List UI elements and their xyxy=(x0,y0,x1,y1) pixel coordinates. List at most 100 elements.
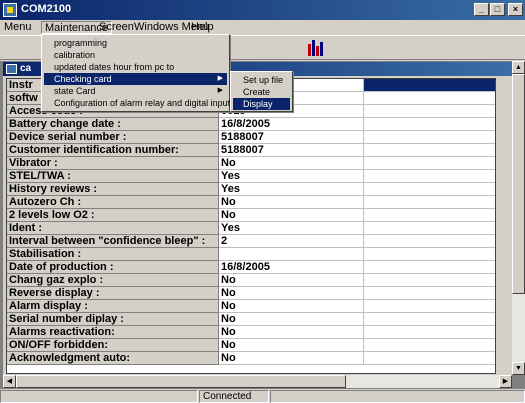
bar-chart-icon[interactable] xyxy=(307,40,323,56)
row-extra-cell[interactable] xyxy=(364,79,495,92)
row-extra-cell[interactable] xyxy=(364,196,495,209)
row-value[interactable]: 5188007 xyxy=(219,131,364,144)
minimize-button[interactable]: _ xyxy=(474,3,489,16)
row-value[interactable]: Yes xyxy=(219,183,364,196)
row-value[interactable]: 5188007 xyxy=(219,144,364,157)
table-row[interactable]: Alarm display : No xyxy=(7,300,495,313)
table-row[interactable]: Customer identification number: 5188007 xyxy=(7,144,495,157)
row-label: ON/OFF forbidden: xyxy=(7,339,219,352)
row-extra-cell[interactable] xyxy=(364,313,495,326)
menu-item-alarm-relay-config[interactable]: Configuration of alarm relay and digital… xyxy=(44,97,235,109)
table-row[interactable]: Battery change date :16/8/2005 xyxy=(7,118,495,131)
maximize-button[interactable]: □ xyxy=(490,3,505,16)
row-value[interactable]: No xyxy=(219,209,364,222)
table-row[interactable]: Stabilisation : xyxy=(7,248,495,261)
table-row[interactable]: Ident : Yes xyxy=(7,222,495,235)
menu-help[interactable]: Help xyxy=(188,21,217,34)
row-value[interactable]: No xyxy=(219,274,364,287)
row-extra-cell[interactable] xyxy=(364,352,495,365)
row-extra-cell[interactable] xyxy=(364,248,495,261)
table-row[interactable]: ON/OFF forbidden: No xyxy=(7,339,495,352)
row-label: Date of production : xyxy=(7,261,219,274)
table-row[interactable]: Alarms reactivation: No xyxy=(7,326,495,339)
menu-item-checking-card[interactable]: Checking card ▶ xyxy=(44,73,227,85)
table-row[interactable]: Reverse display : No xyxy=(7,287,495,300)
horizontal-scroll-thumb[interactable] xyxy=(16,375,346,388)
close-button[interactable]: × xyxy=(508,3,523,16)
row-extra-cell[interactable] xyxy=(364,157,495,170)
scroll-left-button[interactable]: ◀ xyxy=(3,375,16,388)
scroll-right-button[interactable]: ▶ xyxy=(499,375,512,388)
status-panel-left xyxy=(0,390,198,403)
row-label: Vibrator : xyxy=(7,157,219,170)
row-label: Alarms reactivation: xyxy=(7,326,219,339)
menu-item-calibration[interactable]: calibration xyxy=(44,49,227,61)
submenu-item-create[interactable]: Create xyxy=(233,86,290,98)
row-label: Ident : xyxy=(7,222,219,235)
table-row[interactable]: Serial number diplay : No xyxy=(7,313,495,326)
row-extra-cell[interactable] xyxy=(364,131,495,144)
table-row[interactable]: Chang gaz explo : No xyxy=(7,274,495,287)
row-value[interactable]: 2 xyxy=(219,235,364,248)
row-value[interactable]: No xyxy=(219,196,364,209)
row-extra-cell[interactable] xyxy=(364,235,495,248)
row-extra-cell[interactable] xyxy=(364,183,495,196)
row-extra-cell[interactable] xyxy=(364,118,495,131)
submenu-item-display[interactable]: Display xyxy=(233,98,290,110)
row-extra-cell[interactable] xyxy=(364,209,495,222)
menu-item-label: updated dates hour from pc to xyxy=(54,62,175,72)
row-extra-cell[interactable] xyxy=(364,170,495,183)
table-row[interactable]: Vibrator : No xyxy=(7,157,495,170)
row-value[interactable]: Yes xyxy=(219,222,364,235)
row-extra-cell[interactable] xyxy=(364,274,495,287)
row-value[interactable]: No xyxy=(219,313,364,326)
table-row[interactable]: Interval between "confidence bleep" :2 xyxy=(7,235,495,248)
row-extra-cell[interactable] xyxy=(364,144,495,157)
settings-table: InstrsoftwAccess code :0018Battery chang… xyxy=(6,78,496,374)
row-extra-cell[interactable] xyxy=(364,105,495,118)
row-value[interactable] xyxy=(219,248,364,261)
table-row[interactable]: Date of production :16/8/2005 xyxy=(7,261,495,274)
row-label: STEL/TWA : xyxy=(7,170,219,183)
row-extra-cell[interactable] xyxy=(364,222,495,235)
row-value[interactable]: No xyxy=(219,300,364,313)
table-row[interactable]: STEL/TWA : Yes xyxy=(7,170,495,183)
menu-item-label: programming xyxy=(54,38,108,48)
row-extra-cell[interactable] xyxy=(364,326,495,339)
row-label: Alarm display : xyxy=(7,300,219,313)
menu-item-update-date[interactable]: updated dates hour from pc to xyxy=(44,61,227,73)
row-value[interactable]: 16/8/2005 xyxy=(219,118,364,131)
row-value[interactable]: No xyxy=(219,326,364,339)
row-value[interactable]: 16/8/2005 xyxy=(219,261,364,274)
row-value[interactable]: No xyxy=(219,157,364,170)
row-value[interactable]: Yes xyxy=(219,170,364,183)
menu-menu[interactable]: Menu xyxy=(1,21,35,34)
menu-item-programming[interactable]: programming xyxy=(44,37,227,49)
row-label: Reverse display : xyxy=(7,287,219,300)
horizontal-scrollbar[interactable]: ◀ ▶ xyxy=(3,375,512,388)
row-label: Device serial number : xyxy=(7,131,219,144)
table-row[interactable]: 2 levels low O2 : No xyxy=(7,209,495,222)
table-row[interactable]: Acknowledgment auto: No xyxy=(7,352,495,365)
row-label: 2 levels low O2 : xyxy=(7,209,219,222)
table-row[interactable]: History reviews : Yes xyxy=(7,183,495,196)
row-extra-cell[interactable] xyxy=(364,261,495,274)
menu-item-state-card[interactable]: state Card ▶ xyxy=(44,85,227,97)
table-row[interactable]: Device serial number :5188007 xyxy=(7,131,495,144)
row-value[interactable]: No xyxy=(219,339,364,352)
submenu-item-setup-file[interactable]: Set up file xyxy=(233,74,290,86)
row-extra-cell[interactable] xyxy=(364,92,495,105)
row-value[interactable]: No xyxy=(219,352,364,365)
menu-item-label: Create xyxy=(243,87,271,97)
row-label: Autozero Ch : xyxy=(7,196,219,209)
vertical-scroll-thumb[interactable] xyxy=(512,74,525,294)
row-extra-cell[interactable] xyxy=(364,287,495,300)
row-value[interactable]: No xyxy=(219,287,364,300)
scroll-up-button[interactable]: ▲ xyxy=(512,61,525,74)
vertical-scrollbar[interactable]: ▲ ▼ xyxy=(512,61,525,375)
table-row[interactable]: Autozero Ch : No xyxy=(7,196,495,209)
scroll-down-button[interactable]: ▼ xyxy=(512,362,525,375)
row-extra-cell[interactable] xyxy=(364,300,495,313)
app-icon[interactable] xyxy=(3,3,17,17)
row-extra-cell[interactable] xyxy=(364,339,495,352)
